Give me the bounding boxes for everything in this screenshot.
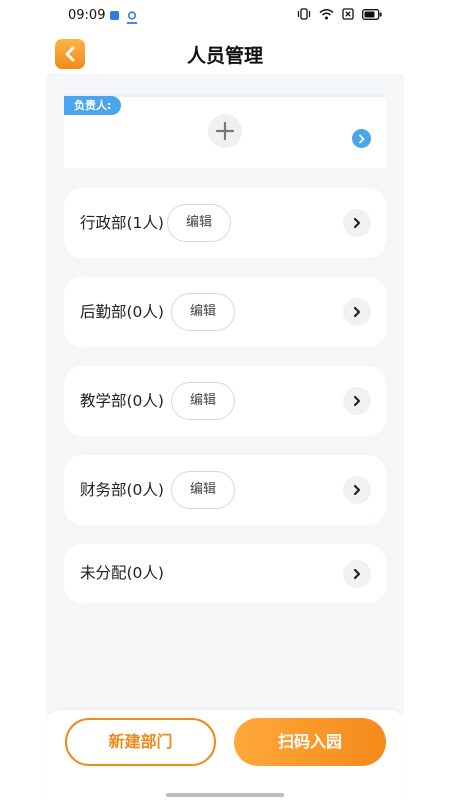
department-detail-button[interactable] [343,476,371,504]
department-name: 财务部(0人) [80,481,164,499]
vibrate-icon [297,8,311,20]
edit-department-button[interactable]: 编辑 [171,382,235,420]
department-row[interactable]: 财务部(0人) 编辑 [64,455,386,525]
department-detail-button[interactable] [343,560,371,588]
department-row[interactable]: 行政部(1人) 编辑 [64,188,386,258]
edit-department-button[interactable]: 编辑 [171,293,235,331]
department-detail-button[interactable] [343,298,371,326]
status-time: 09:09 [68,8,106,23]
status-bar: 09:09 [0,0,450,32]
page-title: 人员管理 [186,45,263,67]
department-row[interactable]: 教学部(0人) 编辑 [64,366,386,436]
department-row[interactable]: 未分配(0人) [64,544,386,603]
new-department-button[interactable]: 新建部门 [65,718,216,766]
sim-icon [342,8,354,20]
chevron-right-icon [353,484,361,496]
leader-more-button[interactable] [352,129,371,148]
chevron-right-icon [353,568,361,580]
leader-card: 负责人: [64,94,386,168]
app-notification-icon [110,11,119,20]
department-row[interactable]: 后勤部(0人) 编辑 [64,277,386,347]
department-name: 后勤部(0人) [80,303,164,321]
department-name: 行政部(1人) [80,214,164,232]
add-leader-button[interactable] [208,114,242,148]
chevron-right-icon [359,134,365,143]
department-detail-button[interactable] [343,209,371,237]
scan-join-button[interactable]: 扫码入园 [234,718,386,766]
battery-icon [362,8,382,20]
chevron-right-icon [353,306,361,318]
department-name: 未分配(0人) [80,564,164,582]
app-notification-icon [126,9,138,24]
home-indicator[interactable] [166,793,284,797]
department-detail-button[interactable] [343,387,371,415]
chevron-right-icon [353,217,361,229]
edit-department-button[interactable]: 编辑 [171,471,235,509]
department-name: 教学部(0人) [80,392,164,410]
chevron-right-icon [353,395,361,407]
edit-department-button[interactable]: 编辑 [167,204,231,242]
header: 人员管理 [0,32,450,74]
plus-icon [216,122,234,140]
leader-label: 负责人: [64,96,122,115]
wifi-icon [319,8,334,20]
